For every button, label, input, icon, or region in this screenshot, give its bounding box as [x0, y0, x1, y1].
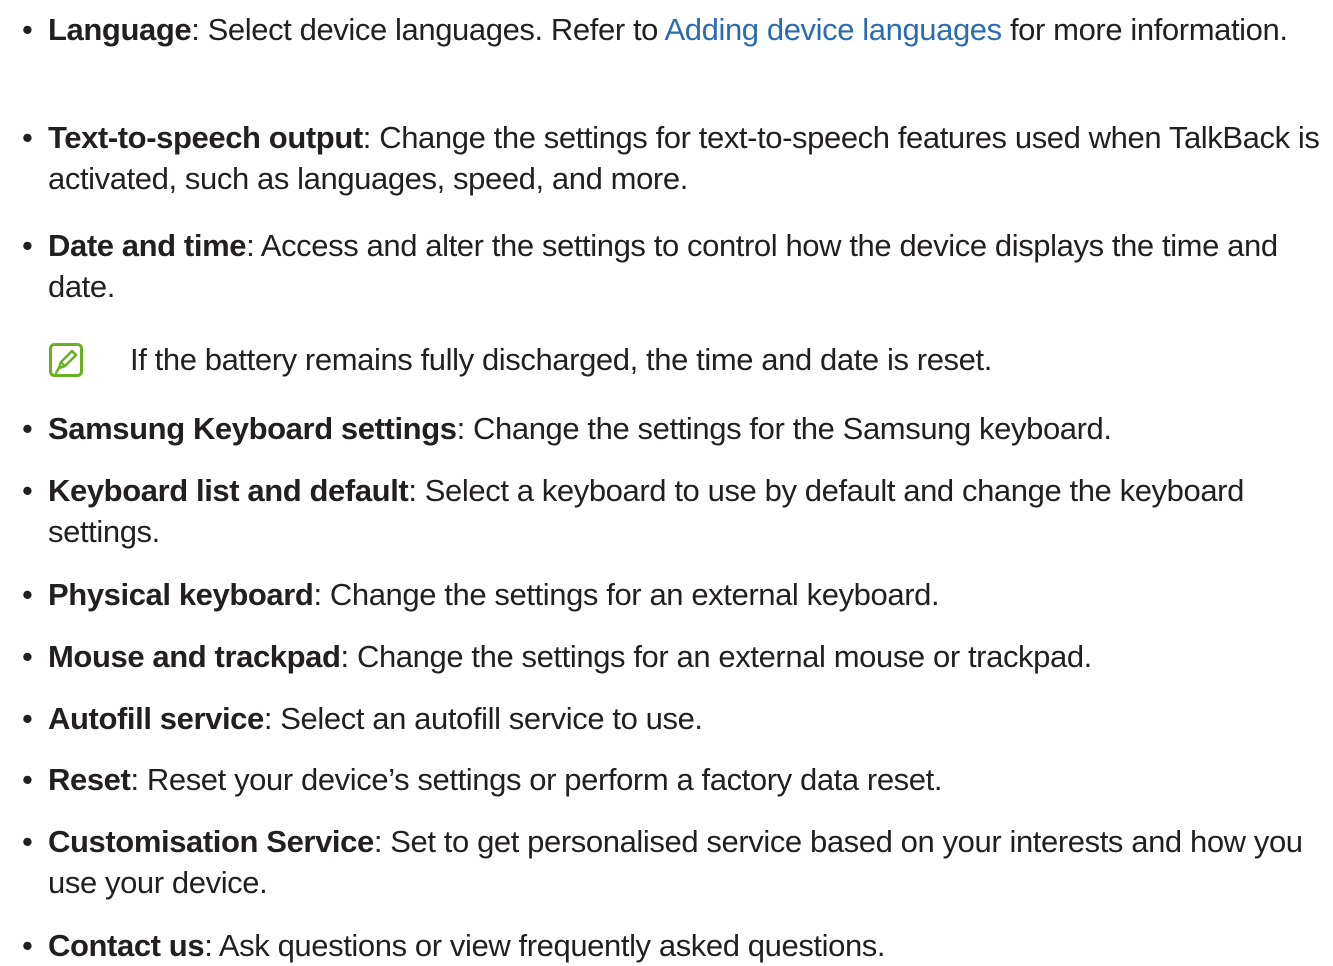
- bullet: •: [22, 577, 33, 612]
- note-text: If the battery remains fully discharged,…: [130, 342, 992, 377]
- item-text: Reset your device’s settings or perform …: [146, 762, 943, 797]
- item-term: Physical keyboard: [48, 577, 314, 612]
- item-term: Reset: [48, 762, 131, 797]
- list-item-content: Samsung Keyboard settings: Change the se…: [48, 408, 1320, 449]
- list-item-content: Mouse and trackpad: Change the settings …: [48, 636, 1320, 677]
- bullet: •: [22, 928, 33, 963]
- list-item-content: Keyboard list and default: Select a keyb…: [48, 470, 1320, 552]
- item-separator: :: [456, 411, 474, 446]
- bullet: •: [22, 824, 33, 859]
- item-text: Ask questions or view frequently asked q…: [218, 928, 886, 963]
- item-term: Customisation Service: [48, 824, 374, 859]
- list-item-content: Date and time: Access and alter the sett…: [48, 225, 1320, 307]
- item-separator: :: [191, 12, 208, 47]
- item-term: Text-to-speech output: [48, 120, 363, 155]
- list-item-content: Text-to-speech output: Change the settin…: [48, 117, 1320, 199]
- item-text: Select an autofill service to use.: [280, 701, 703, 736]
- battery-note: If the battery remains fully discharged,…: [48, 339, 1248, 383]
- item-term: Language: [48, 12, 192, 47]
- item-term: Contact us: [48, 928, 205, 963]
- bullet: •: [22, 120, 33, 155]
- item-separator: :: [362, 120, 380, 155]
- item-text: Change the settings for the Samsung keyb…: [473, 411, 1112, 446]
- item-separator: :: [263, 701, 281, 736]
- bullet: •: [22, 639, 33, 674]
- item-separator: :: [340, 639, 357, 674]
- item-term: Autofill service: [48, 701, 264, 736]
- list-item-content: Language: Select device languages. Refer…: [48, 9, 1320, 50]
- item-separator: :: [246, 228, 261, 263]
- bullet: •: [22, 762, 33, 797]
- item-term: Date and time: [48, 228, 247, 263]
- item-separator: :: [373, 824, 391, 859]
- item-separator: :: [130, 762, 147, 797]
- list-item-content: Reset: Reset your device’s settings or p…: [48, 759, 1320, 800]
- bullet: •: [22, 701, 33, 736]
- item-text: Change the settings for an external mous…: [356, 639, 1092, 674]
- list-item-content: Contact us: Ask questions or view freque…: [48, 925, 1320, 966]
- bullet: •: [22, 12, 33, 47]
- item-text: Change the settings for an external keyb…: [329, 577, 940, 612]
- item-separator: :: [204, 928, 219, 963]
- item-term: Mouse and trackpad: [48, 639, 341, 674]
- item-separator: :: [313, 577, 330, 612]
- item-separator: :: [408, 473, 425, 508]
- bullet: •: [22, 473, 33, 508]
- item-text-pre: Select device languages. Refer to: [207, 12, 665, 47]
- item-term: Keyboard list and default: [48, 473, 409, 508]
- adding-device-languages-link[interactable]: Adding device languages: [665, 12, 1003, 47]
- bullet: •: [22, 411, 33, 446]
- list-item-content: Autofill service: Select an autofill ser…: [48, 698, 1320, 739]
- note-pencil-icon: [48, 342, 84, 378]
- item-text-post: for more information.: [1001, 12, 1288, 47]
- bullet: •: [22, 228, 33, 263]
- list-item-content: Customisation Service: Set to get person…: [48, 821, 1320, 903]
- list-item-content: Physical keyboard: Change the settings f…: [48, 574, 1320, 615]
- item-term: Samsung Keyboard settings: [48, 411, 457, 446]
